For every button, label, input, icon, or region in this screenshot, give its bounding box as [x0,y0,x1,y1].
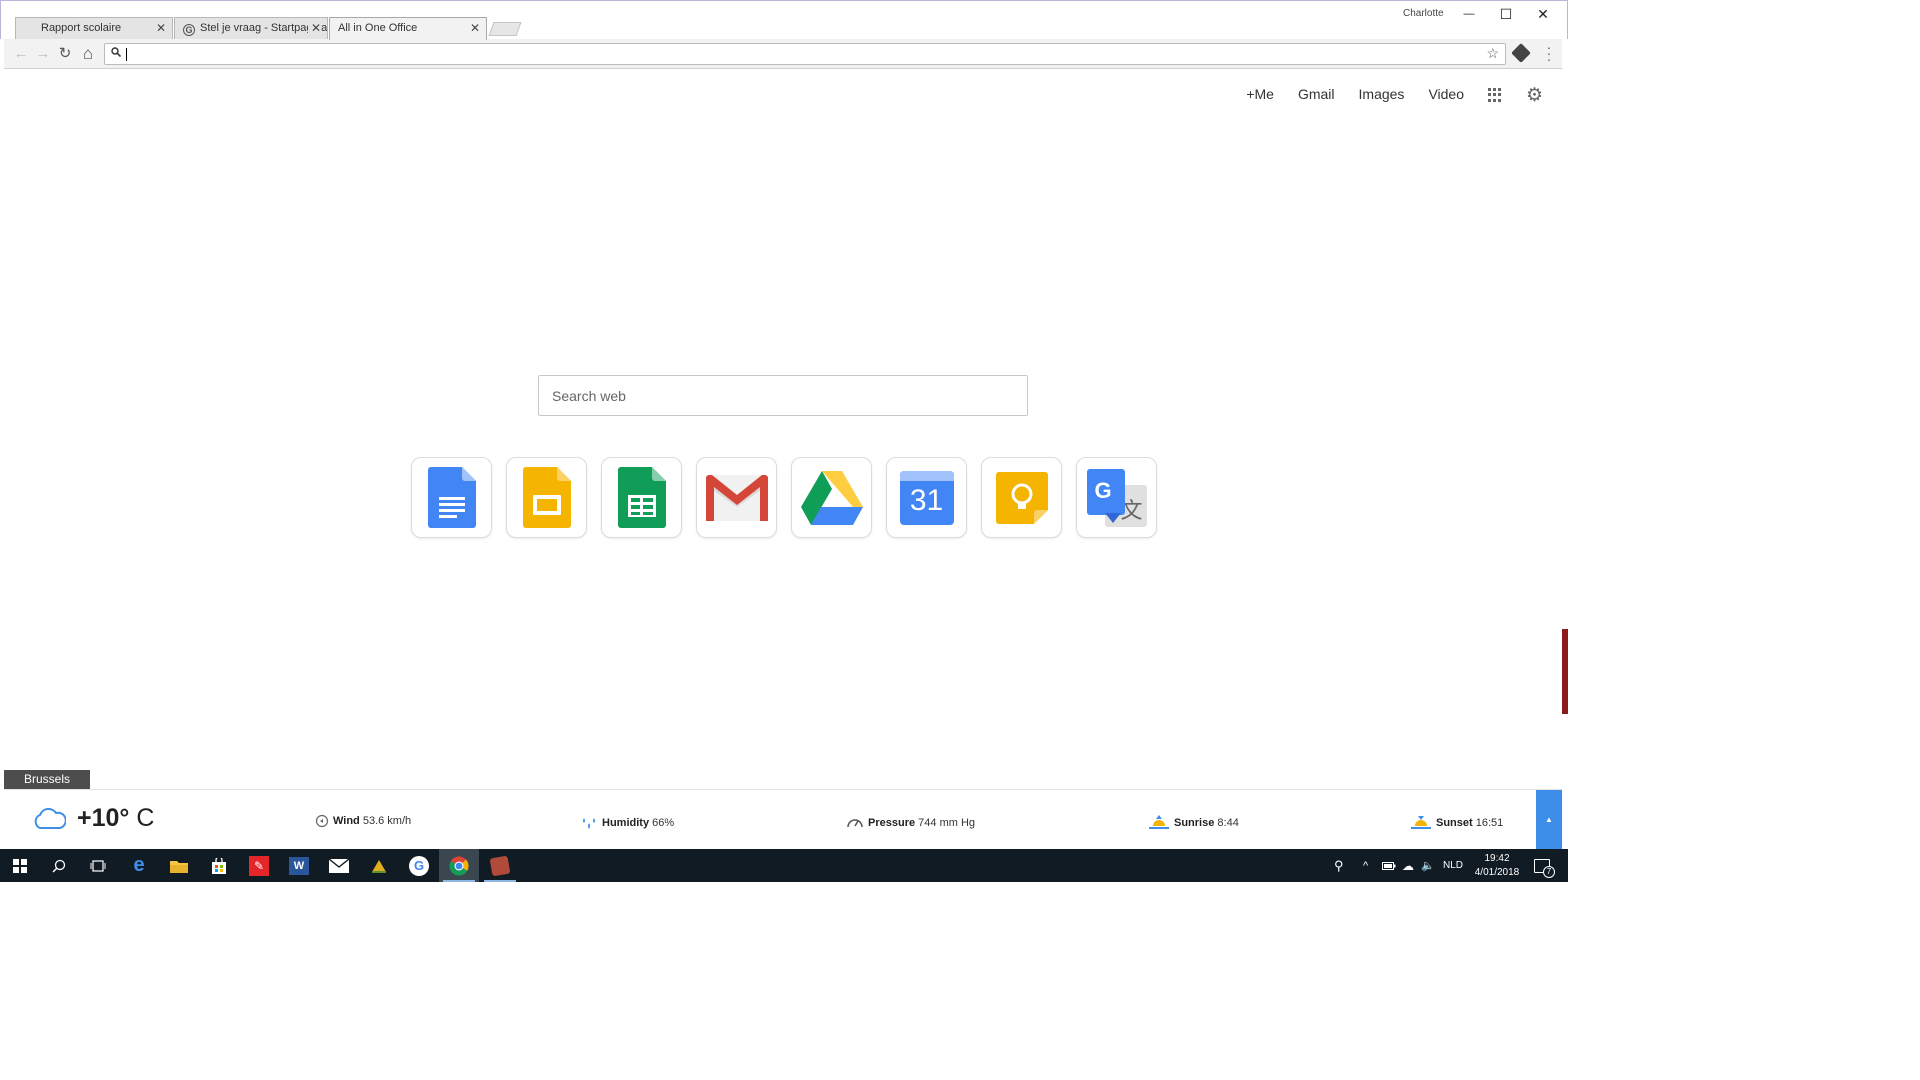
media-icon[interactable] [480,849,520,882]
google-calendar-icon: 31 [899,470,954,525]
google-slides-icon [522,466,571,528]
google-icon[interactable]: G [399,849,439,882]
link-video[interactable]: Video [1428,86,1464,102]
acrobat-icon[interactable]: ✎ [239,849,279,882]
search-input[interactable] [538,375,1028,416]
link-gmail[interactable]: Gmail [1298,86,1335,102]
scroll-up-button[interactable]: ▲ [1536,790,1562,850]
sunset-icon [1411,816,1431,829]
maximize-button[interactable]: ☐ [1492,5,1520,23]
windows-taskbar: e ✎ W G ⚲ ^ ☁ 🔈 NLD 19:42 4/01/2018 7 [0,849,1568,882]
gear-icon[interactable]: ⚙ [1526,84,1543,107]
top-links: +Me Gmail Images Video [1246,86,1464,102]
people-icon[interactable]: ⚲ [1334,849,1344,882]
bookmark-star-icon[interactable]: ☆ [1486,45,1499,62]
chrome-icon[interactable] [439,849,479,882]
eraser-extension-icon[interactable] [1511,43,1531,63]
gmail-icon [705,474,768,521]
search-icon[interactable] [39,849,79,882]
gmail-tile[interactable] [696,457,777,538]
tab-close-icon[interactable]: ✕ [156,18,166,39]
tab-close-icon[interactable]: ✕ [307,18,321,39]
wind-icon [315,814,329,828]
apple-icon [24,21,36,33]
clock-date: 4/01/2018 [1474,867,1520,878]
title-bar: Rapport scolaire ✕ G Stel je vraag - Star… [0,0,1568,40]
battery-icon[interactable] [1382,849,1396,882]
minimize-button[interactable]: — [1455,5,1483,23]
home-button[interactable]: ⌂ [79,45,97,63]
google-drive-tile[interactable] [791,457,872,538]
reload-button[interactable]: ↻ [56,45,74,63]
g-icon: G [183,24,195,36]
profile-name[interactable]: Charlotte [1403,8,1444,19]
new-tab-button[interactable] [488,22,522,36]
close-button[interactable]: ✕ [1529,5,1557,23]
google-slides-tile[interactable] [506,457,587,538]
water-drops-icon [583,818,595,829]
link-me[interactable]: +Me [1246,86,1274,102]
calendar-date-label: 31 [909,483,944,517]
google-sheets-icon [617,466,666,528]
edge-icon[interactable]: e [119,849,159,882]
google-keep-icon [995,471,1048,524]
network-icon[interactable]: ☁ [1402,849,1414,882]
back-button[interactable]: ← [12,45,30,63]
google-sheets-tile[interactable] [601,457,682,538]
browser-toolbar: ← → ↻ ⌂ ☆ · · · [4,39,1562,69]
google-translate-icon: 文 G [1086,468,1147,527]
window-edge [1562,39,1568,849]
google-docs-tile[interactable] [411,457,492,538]
tab-rapport-scolaire[interactable]: Rapport scolaire ✕ [15,17,173,40]
sunrise-stat: Sunrise 8:44 [1148,814,1239,830]
language-indicator[interactable]: NLD [1443,849,1463,882]
sunrise-icon [1149,815,1169,829]
forward-button[interactable]: → [34,45,52,63]
tab-all-in-one-office[interactable]: All in One Office ✕ [329,17,487,40]
app-tiles: 31 文 G [411,457,1157,538]
chevron-up-icon[interactable]: ^ [1363,849,1368,882]
tab-stel-je-vraag[interactable]: G Stel je vraag - Startpagina ✕ [174,17,328,40]
sunset-stat: Sunset 16:51 [1410,814,1503,830]
address-bar[interactable]: ☆ [104,43,1506,65]
google-calendar-tile[interactable]: 31 [886,457,967,538]
start-icon[interactable] [0,849,40,882]
word-icon[interactable]: W [279,849,319,882]
cloud-icon [34,808,66,829]
tab-close-icon[interactable]: ✕ [470,18,480,39]
city-tab[interactable]: Brussels [4,770,90,789]
google-docs-icon [427,466,476,528]
page-content: +Me Gmail Images Video ⚙ Search web 31 文… [4,70,1562,850]
google-drive-icon [800,470,863,525]
tab-title: All in One Office [338,22,418,34]
temperature: +10° C [77,804,155,832]
clock[interactable]: 19:42 4/01/2018 [1468,852,1526,880]
search-icon [111,47,122,60]
volume-icon[interactable]: 🔈 [1421,849,1435,882]
pressure-stat: Pressure 744 mm Hg [846,814,975,830]
google-keep-tile[interactable] [981,457,1062,538]
apps-grid-icon[interactable] [1488,88,1502,102]
app-icon[interactable] [359,849,399,882]
notification-center-icon[interactable]: 7 [1534,849,1555,882]
text-caret [126,48,127,61]
file-explorer-icon[interactable] [159,849,199,882]
google-translate-tile[interactable]: 文 G [1076,457,1157,538]
chrome-menu-icon[interactable]: · · · [1544,40,1554,66]
tab-title: Rapport scolaire [41,22,122,34]
clock-time: 19:42 [1484,853,1510,864]
mail-icon[interactable] [319,849,359,882]
humidity-stat: Humidity 66% [580,814,674,830]
notification-count: 7 [1543,865,1555,878]
task-view-icon[interactable] [78,849,118,882]
wind-stat: Wind 53.6 km/h [315,814,411,828]
store-icon[interactable] [199,849,239,882]
gauge-icon [847,819,863,828]
link-images[interactable]: Images [1359,86,1405,102]
weather-bar: +10° C Wind 53.6 km/h Humidity 66% Press… [4,789,1562,850]
